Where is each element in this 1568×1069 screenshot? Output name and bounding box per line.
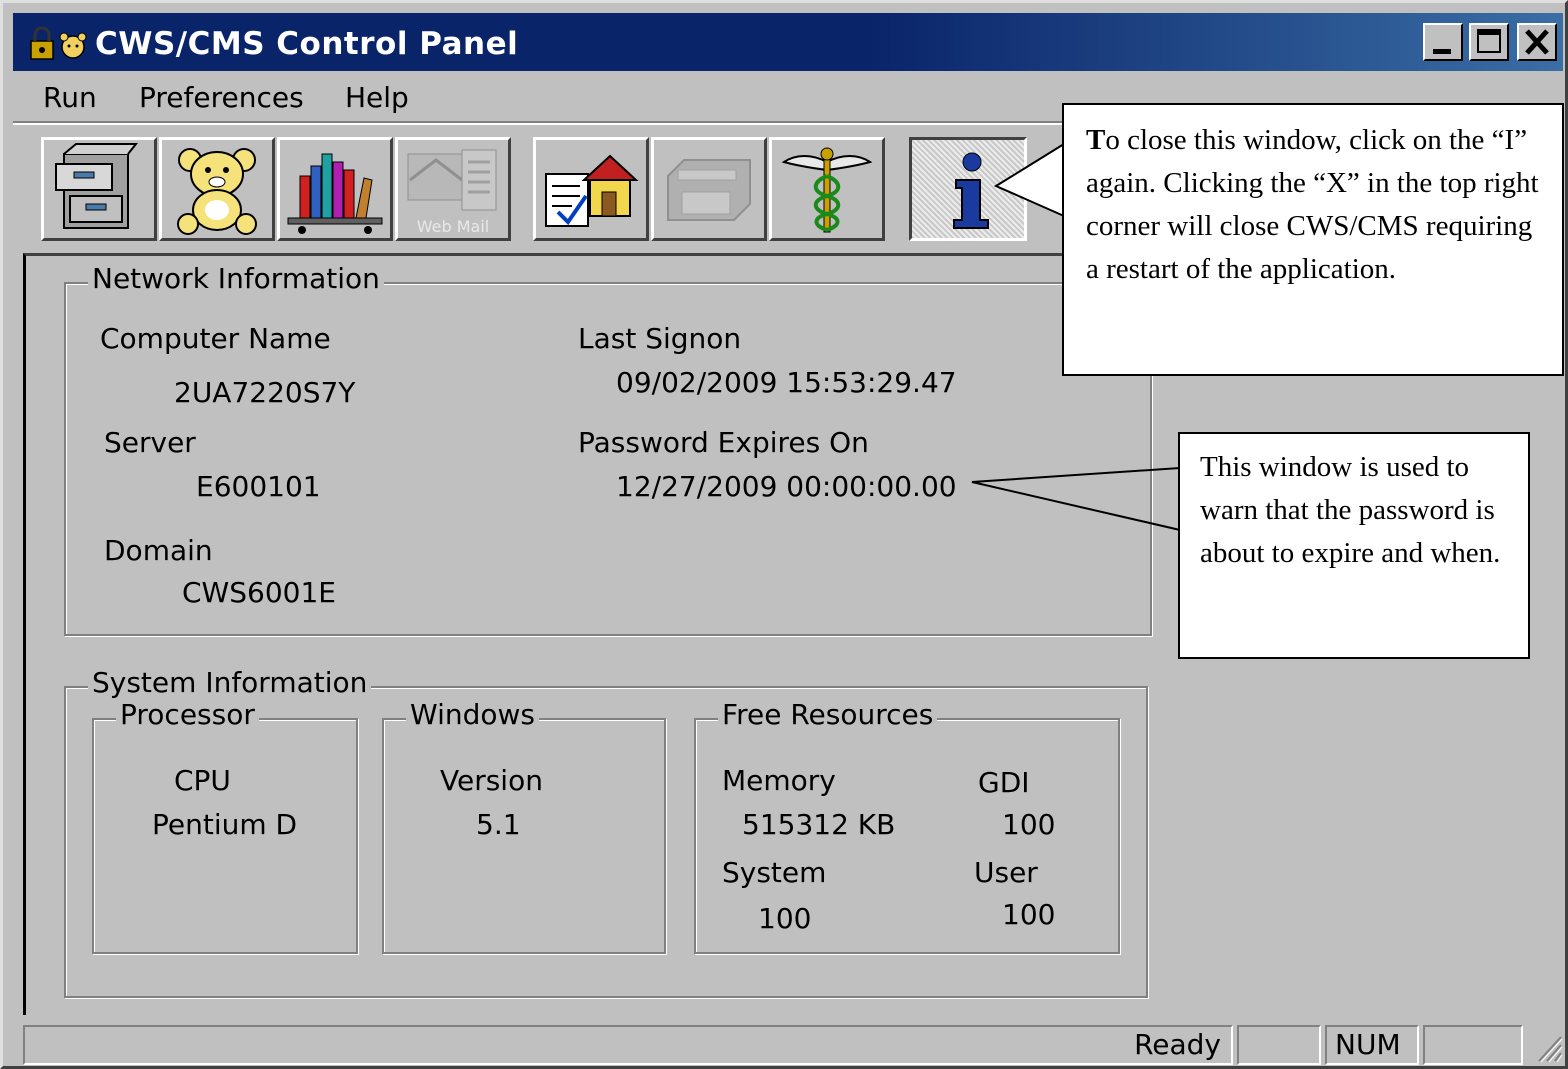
home-document-icon xyxy=(545,154,639,227)
system-information-group: System Information Processor CPU Pentium… xyxy=(64,666,1148,998)
toolbar-button-bookshelf[interactable] xyxy=(277,137,393,241)
network-information-group: Network Information Computer Name 2UA722… xyxy=(64,262,1152,636)
web-mail-icon: Web Mail xyxy=(407,149,497,236)
caduceus-icon xyxy=(781,147,873,233)
last-signon-label: Last Signon xyxy=(578,322,742,355)
last-signon-value: 09/02/2009 15:53:29.47 xyxy=(616,366,957,399)
maximize-button[interactable] xyxy=(1469,23,1509,61)
system-value: 100 xyxy=(758,902,812,935)
password-expires-label: Password Expires On xyxy=(578,426,869,459)
password-expires-value: 12/27/2009 00:00:00.00 xyxy=(616,470,957,503)
info-icon xyxy=(953,152,989,229)
toolbar-button-teddy-bear[interactable] xyxy=(159,137,275,241)
toolbar-button-caduceus[interactable] xyxy=(769,137,885,241)
computer-name-label: Computer Name xyxy=(100,322,331,355)
minimize-button[interactable] xyxy=(1423,23,1463,61)
menu-run[interactable]: Run xyxy=(43,81,97,114)
password-warning-callout: This window is used to warn that the pas… xyxy=(1178,432,1530,659)
status-ready: Ready xyxy=(23,1025,1233,1065)
menu-help[interactable]: Help xyxy=(345,81,409,114)
svg-text:Web Mail: Web Mail xyxy=(417,217,489,236)
free-resources-title: Free Resources xyxy=(718,698,938,732)
gdi-label: GDI xyxy=(978,766,1030,799)
processor-title: Processor xyxy=(116,698,259,732)
domain-label: Domain xyxy=(104,534,213,567)
cpu-value: Pentium D xyxy=(152,808,298,841)
bookshelf-icon xyxy=(287,153,383,234)
toolbar-button-printer xyxy=(651,137,767,241)
server-value: E600101 xyxy=(196,470,321,503)
toolbar-button-info[interactable] xyxy=(909,137,1027,241)
close-info-callout-bold: T xyxy=(1086,124,1106,156)
menu-preferences[interactable]: Preferences xyxy=(139,81,304,114)
processor-group: Processor CPU Pentium D xyxy=(92,698,358,954)
status-num: NUM xyxy=(1325,1025,1419,1065)
user-label: User xyxy=(974,856,1038,889)
close-info-callout-text: o close this window, click on the “I” ag… xyxy=(1086,124,1539,285)
system-label: System xyxy=(722,856,827,889)
server-label: Server xyxy=(104,426,196,459)
user-value: 100 xyxy=(1002,898,1056,931)
memory-value: 515312 KB xyxy=(742,808,896,841)
toolbar-button-home-document[interactable] xyxy=(533,137,649,241)
status-blank-2 xyxy=(1423,1025,1523,1065)
close-button[interactable] xyxy=(1517,23,1557,61)
close-icon xyxy=(1525,29,1549,55)
status-bar: Ready NUM xyxy=(23,1025,1563,1067)
resize-grip-icon[interactable] xyxy=(1533,1031,1563,1065)
padlock-bear-icon xyxy=(30,27,87,60)
computer-name-value: 2UA7220S7Y xyxy=(174,376,356,409)
window-title: CWS/CMS Control Panel xyxy=(95,26,519,62)
gdi-value: 100 xyxy=(1002,808,1056,841)
memory-label: Memory xyxy=(722,764,836,797)
minimize-icon xyxy=(1433,49,1451,54)
status-blank-1 xyxy=(1237,1025,1321,1065)
free-resources-group: Free Resources Memory 515312 KB GDI 100 … xyxy=(694,698,1120,954)
password-warning-callout-text: This window is used to warn that the pas… xyxy=(1200,451,1501,569)
toolbar-button-web-mail: Web Mail xyxy=(395,137,511,241)
toolbar-button-file-cabinet[interactable] xyxy=(41,137,157,241)
printer-icon xyxy=(667,159,751,221)
cpu-label: CPU xyxy=(174,764,231,797)
title-bar[interactable]: CWS/CMS Control Panel xyxy=(13,13,1563,71)
domain-value: CWS6001E xyxy=(182,576,336,609)
file-cabinet-icon xyxy=(55,143,139,229)
version-label: Version xyxy=(440,764,543,797)
version-value: 5.1 xyxy=(476,808,521,841)
windows-group: Windows Version 5.1 xyxy=(382,698,666,954)
windows-title: Windows xyxy=(406,698,539,732)
maximize-icon xyxy=(1477,29,1501,53)
network-information-title: Network Information xyxy=(88,262,384,296)
close-info-callout: To close this window, click on the “I” a… xyxy=(1062,103,1564,376)
teddy-bear-icon xyxy=(177,148,257,235)
system-information-title: System Information xyxy=(88,666,372,700)
